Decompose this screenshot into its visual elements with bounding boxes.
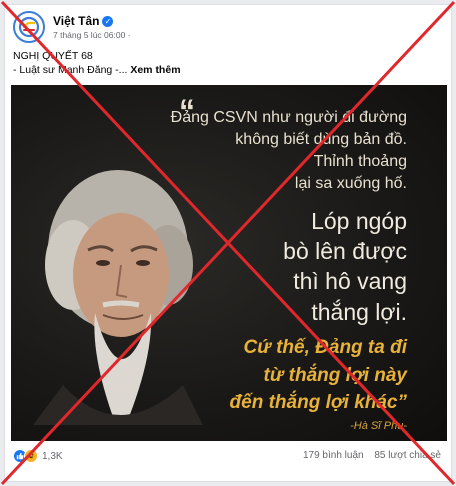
quote-line: từ thắng lợi này — [263, 365, 408, 386]
post-text-line1: NGHỊ QUYẾT 68 — [13, 50, 93, 62]
quote-line: thắng lợi. — [311, 299, 407, 325]
quote-line: Lóp ngóp — [311, 208, 407, 234]
quote-line: Cứ thế, Đảng ta đi — [243, 337, 407, 358]
post-stats: 179 bình luận 85 lượt chia sẻ — [295, 450, 441, 461]
verified-icon: ✓ — [102, 16, 114, 27]
viettan-logo-icon — [18, 16, 40, 38]
post-text-line2-wrap: - Luật sư Mạnh Đăng -... Xem thêm — [13, 63, 443, 77]
comment-count[interactable]: 179 bình luận — [303, 450, 364, 461]
haha-reaction-icon — [24, 449, 38, 463]
portrait-illustration — [33, 170, 203, 425]
quote-line: thì hô vang — [293, 268, 407, 294]
reaction-count[interactable]: 1,3K — [42, 451, 63, 462]
post-text-line2: - Luật sư Mạnh Đăng -... — [13, 64, 128, 76]
page-name-link[interactable]: Việt Tân ✓ — [53, 14, 114, 28]
quote-line: Đảng CSVN như người đi đường — [170, 109, 407, 126]
quote-line: đến thắng lợi khác” — [229, 392, 407, 413]
page-name[interactable]: Việt Tân — [53, 14, 99, 28]
page-avatar[interactable] — [13, 11, 45, 43]
quote-line: bò lên được — [283, 238, 407, 264]
quote-line: Thỉnh thoảng — [313, 153, 407, 170]
post-image[interactable]: “ Đảng CSVN như người đi đường không biế… — [11, 85, 447, 441]
globe-icon: · — [127, 30, 131, 40]
see-more-link[interactable]: Xem thêm — [130, 64, 180, 76]
quote-author: -Hà Sĩ Phu- — [350, 420, 407, 432]
reactions-summary[interactable]: 1,3K — [13, 449, 63, 463]
post-card: Việt Tân ✓ 7 tháng 5 lúc 06:00 · NGHỊ QUY… — [4, 4, 452, 482]
post-timestamp[interactable]: 7 tháng 5 lúc 06:00 · — [53, 30, 131, 40]
share-count[interactable]: 85 lượt chia sẻ — [374, 450, 441, 461]
post-header: Việt Tân ✓ 7 tháng 5 lúc 06:00 · — [13, 11, 443, 45]
post-text: NGHỊ QUYẾT 68 - Luật sư Mạnh Đăng -... X… — [13, 49, 443, 77]
post-footer: 1,3K 179 bình luận 85 lượt chia sẻ — [13, 445, 443, 465]
quote-line: không biết dùng bản đồ. — [235, 131, 407, 148]
quote-line: lại sa xuống hố. — [294, 175, 407, 192]
timestamp-text[interactable]: 7 tháng 5 lúc 06:00 — [53, 30, 125, 40]
